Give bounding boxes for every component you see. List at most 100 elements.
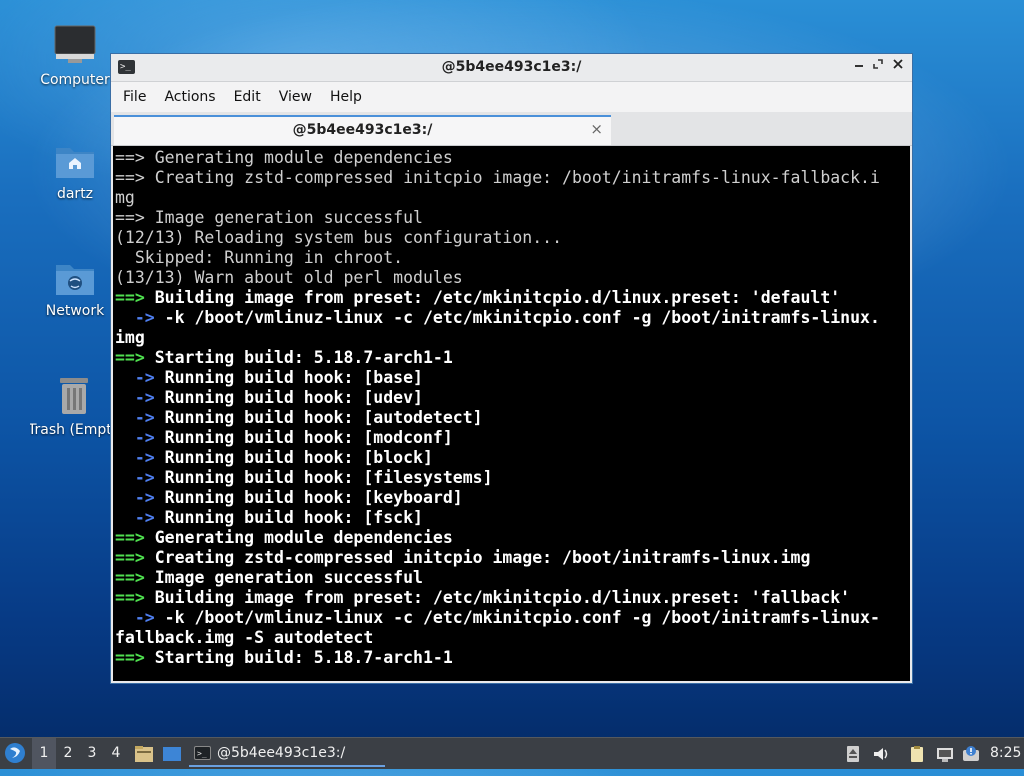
workspace-4[interactable]: 4: [104, 738, 128, 769]
network-icon[interactable]: [936, 745, 954, 763]
terminal-line-text: Running build hook: [keyboard]: [154, 488, 463, 507]
terminal-line-text: Skipped: Running in chroot.: [115, 248, 404, 267]
terminal-window: >_ @5b4ee493c1e3:/ File Actions Edit Vie…: [110, 53, 913, 684]
tab-bar: @5b4ee493c1e3:/ ×: [111, 112, 912, 146]
eject-icon[interactable]: [844, 745, 862, 763]
desktop-icon-home[interactable]: dartz: [30, 142, 120, 202]
terminal-line: -> -k /boot/vmlinuz-linux -c /etc/mkinit…: [115, 608, 910, 628]
terminal-line-prefix: ->: [115, 468, 155, 487]
terminal-line: ==> Starting build: 5.18.7-arch1-1: [115, 348, 910, 368]
terminal-line-text: Running build hook: [fsck]: [154, 508, 423, 527]
desktop-icon-computer[interactable]: Computer: [30, 24, 120, 88]
trash-icon: [60, 378, 88, 414]
window-titlebar[interactable]: >_ @5b4ee493c1e3:/: [111, 54, 912, 82]
desktop-icon-network[interactable]: Network: [30, 259, 120, 319]
terminal-line: -> Running build hook: [autodetect]: [115, 408, 910, 428]
terminal-line-text: Running build hook: [filesystems]: [154, 468, 493, 487]
desktop-icon-label: dartz: [56, 186, 94, 202]
terminal-line-text: Running build hook: [base]: [154, 368, 423, 387]
terminal-line: mg: [115, 188, 910, 208]
taskbar: 1 2 3 4 >_ @5b4ee493c1e3:/ 8:25: [0, 737, 1024, 769]
tab-label: @5b4ee493c1e3:/: [292, 122, 433, 138]
terminal-line: img: [115, 328, 910, 348]
file-manager-launcher[interactable]: [134, 738, 156, 769]
terminal-line: -> Running build hook: [fsck]: [115, 508, 910, 528]
show-desktop-launcher[interactable]: [162, 738, 184, 769]
terminal-line-prefix: ==>: [115, 288, 145, 307]
task-label: @5b4ee493c1e3:/: [217, 745, 346, 761]
terminal-line: fallback.img -S autodetect: [115, 628, 910, 648]
terminal-line-text: Running build hook: [autodetect]: [154, 408, 483, 427]
terminal-line: ==> Generating module dependencies: [115, 528, 910, 548]
workspace-2[interactable]: 2: [56, 738, 80, 769]
terminal-output[interactable]: ==> Generating module dependencies ==> Cr…: [113, 146, 910, 681]
menu-file[interactable]: File: [117, 89, 158, 105]
desktop-icon-label: Trash (Empty): [30, 422, 110, 438]
terminal-line-prefix: ==>: [115, 148, 145, 167]
terminal-line-text: Image generation successful: [144, 568, 423, 587]
minimize-icon: [855, 65, 863, 67]
terminal-line: Skipped: Running in chroot.: [115, 248, 910, 268]
window-title: @5b4ee493c1e3:/: [441, 59, 582, 75]
terminal-line-prefix: ==>: [115, 568, 145, 587]
terminal-line-prefix: ->: [115, 368, 155, 387]
terminal-line: -> Running build hook: [filesystems]: [115, 468, 910, 488]
terminal-line-text: Starting build: 5.18.7-arch1-1: [144, 348, 453, 367]
menu-view[interactable]: View: [273, 89, 324, 105]
maximize-button[interactable]: [869, 58, 887, 76]
terminal-line-text: Generating module dependencies: [144, 148, 453, 167]
app-menu-button[interactable]: [4, 738, 30, 769]
terminal-line: ==> Generating module dependencies: [115, 148, 910, 168]
terminal-line-text: Starting build: 5.18.7-arch1-1: [144, 648, 453, 667]
file-manager-icon: [135, 746, 153, 762]
desktop-icon-label: Computer: [40, 72, 110, 88]
terminal-line-prefix: ==>: [115, 548, 145, 567]
terminal-line: ==> Starting build: 5.18.7-arch1-1: [115, 648, 910, 668]
terminal-line-prefix: ==>: [115, 348, 145, 367]
terminal-line-prefix: ->: [115, 408, 155, 427]
computer-icon: [54, 25, 96, 63]
terminal-line-text: Running build hook: [block]: [154, 448, 433, 467]
terminal-line: ==> Creating zstd-compressed initcpio im…: [115, 548, 910, 568]
terminal-line-text: (13/13) Warn about old perl modules: [115, 268, 463, 287]
terminal-line-text: -k /boot/vmlinuz-linux -c /etc/mkinitcpi…: [154, 308, 880, 327]
terminal-line: (12/13) Reloading system bus configurati…: [115, 228, 910, 248]
desktop-icon: [163, 747, 181, 761]
terminal-line-prefix: ->: [115, 388, 155, 407]
menu-actions[interactable]: Actions: [158, 89, 227, 105]
terminal-line-text: (12/13) Reloading system bus configurati…: [115, 228, 563, 247]
terminal-line: -> Running build hook: [udev]: [115, 388, 910, 408]
terminal-line-text: Image generation successful: [144, 208, 423, 227]
desktop-icon-label: Network: [45, 303, 105, 319]
terminal-tab[interactable]: @5b4ee493c1e3:/ ×: [114, 115, 611, 145]
terminal-line-text: Building image from preset: /etc/mkinitc…: [144, 588, 851, 607]
terminal-line: -> Running build hook: [keyboard]: [115, 488, 910, 508]
terminal-line: (13/13) Warn about old perl modules: [115, 268, 910, 288]
terminal-line-prefix: ->: [115, 488, 155, 507]
maximize-icon: [873, 59, 883, 69]
clipboard-icon[interactable]: [908, 745, 926, 763]
minimize-button[interactable]: [850, 58, 868, 76]
menu-help[interactable]: Help: [324, 89, 374, 105]
notification-icon[interactable]: [962, 745, 980, 763]
tab-close-icon[interactable]: ×: [590, 120, 603, 138]
terminal-line-prefix: ==>: [115, 168, 145, 187]
desktop-icon-trash[interactable]: Trash (Empty): [30, 374, 110, 438]
volume-icon[interactable]: [872, 745, 890, 763]
terminal-line: -> -k /boot/vmlinuz-linux -c /etc/mkinit…: [115, 308, 910, 328]
terminal-line: ==> Image generation successful: [115, 208, 910, 228]
menu-edit[interactable]: Edit: [228, 89, 273, 105]
terminal-line: ==> Image generation successful: [115, 568, 910, 588]
terminal-line-text: img: [115, 328, 145, 347]
network-folder-icon: [56, 265, 94, 295]
menu-bar: File Actions Edit View Help: [111, 82, 912, 112]
terminal-line: ==> Building image from preset: /etc/mki…: [115, 588, 910, 608]
workspace-1[interactable]: 1: [32, 738, 56, 769]
terminal-task-icon: >_: [194, 746, 211, 760]
terminal-line-prefix: ->: [115, 608, 155, 627]
clock[interactable]: 8:25: [990, 738, 1022, 769]
workspace-3[interactable]: 3: [80, 738, 104, 769]
close-button[interactable]: [889, 58, 907, 76]
terminal-line-prefix: ->: [115, 448, 155, 467]
taskbar-task-terminal[interactable]: >_ @5b4ee493c1e3:/: [189, 740, 385, 767]
